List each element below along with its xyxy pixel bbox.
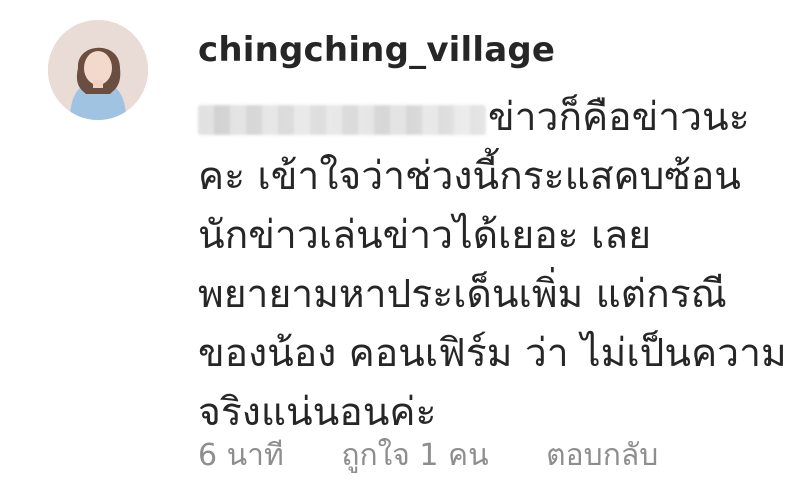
redacted-text bbox=[198, 104, 486, 135]
username[interactable]: chingching_village bbox=[198, 30, 555, 70]
comment: chingching_village ข่าวก็คือข่าวนะ คะ เข… bbox=[0, 0, 800, 504]
likes-count[interactable]: ถูกใจ 1 คน bbox=[341, 432, 488, 479]
avatar[interactable] bbox=[48, 20, 148, 120]
comment-line-5: ของน้อง คอนเฟิร์ม ว่า ไม่เป็นความ bbox=[198, 331, 787, 376]
comment-meta: 6 นาที ถูกใจ 1 คน ตอบกลับ bbox=[198, 432, 658, 479]
comment-line-4: พยายามหาประเด็นเพิ่ม แต่กรณี bbox=[198, 272, 727, 317]
comment-line-2: คะ เข้าใจว่าช่วงนี้กระแสคบซ้อน bbox=[198, 154, 741, 199]
comment-text: ข่าวก็คือข่าวนะ คะ เข้าใจว่าช่วงนี้กระแส… bbox=[198, 88, 787, 442]
reply-button[interactable]: ตอบกลับ bbox=[546, 432, 658, 479]
timestamp: 6 นาที bbox=[198, 438, 284, 473]
profile-photo-icon bbox=[48, 20, 148, 120]
comment-line-3: นักข่าวเล่นข่าวได้เยอะ เลย bbox=[198, 213, 652, 258]
comment-line-1: ข่าวก็คือข่าวนะ bbox=[198, 88, 778, 147]
